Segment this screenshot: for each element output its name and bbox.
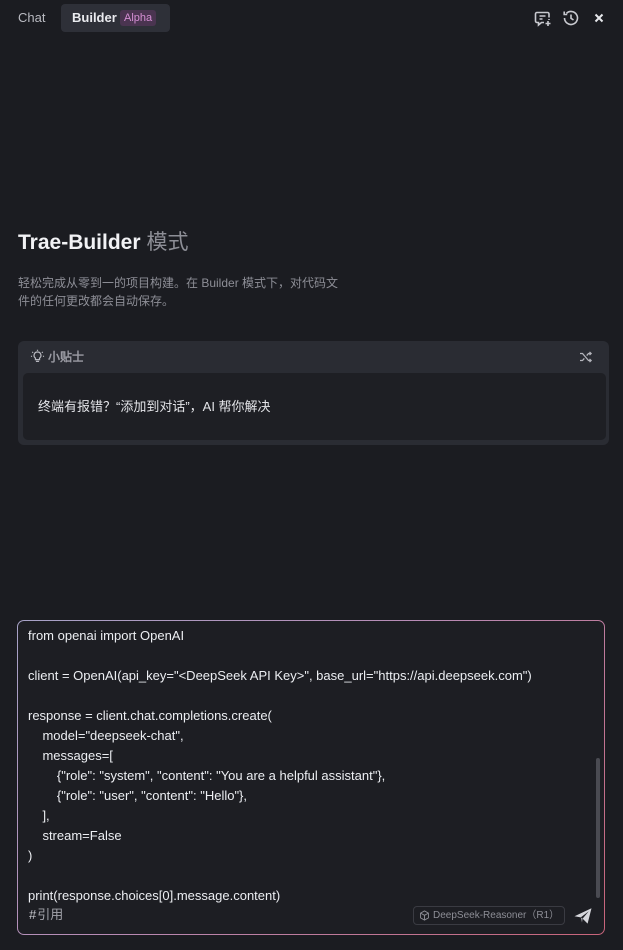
send-icon <box>574 908 592 924</box>
builder-panel: Chat Builder Alpha Trae-Builder 模式 轻松完成从… <box>0 0 623 950</box>
cube-icon <box>420 910 429 921</box>
send-button[interactable] <box>572 905 594 927</box>
title-suffix: 模式 <box>146 231 189 254</box>
tab-builder[interactable]: Builder Alpha <box>61 4 170 32</box>
tip-card: 小贴士 终端有报错？“添加到对话”，AI 帮你解决 <box>18 341 609 445</box>
tab-chat-label: Chat <box>18 10 46 25</box>
alpha-badge: Alpha <box>120 10 157 26</box>
tip-header: 小贴士 <box>18 341 609 373</box>
quote-label: 引用 <box>37 907 64 922</box>
tip-title: 小贴士 <box>48 350 85 364</box>
title-main: Trae-Builder <box>18 231 141 254</box>
close-icon[interactable] <box>589 8 609 28</box>
shuffle-icon[interactable] <box>579 350 593 364</box>
quote-button[interactable]: #引用 <box>29 907 63 923</box>
tip-body: 终端有报错？“添加到对话”，AI 帮你解决 <box>23 373 606 440</box>
tab-builder-label: Builder <box>72 10 117 25</box>
scrollbar[interactable] <box>596 758 600 898</box>
page-description: 轻松完成从零到一的项目构建。在 Builder 模式下，对代码文件的任何更改都会… <box>18 276 339 308</box>
lightbulb-icon <box>30 349 45 362</box>
top-bar: Chat Builder Alpha <box>0 0 623 36</box>
new-chat-icon[interactable] <box>533 8 553 28</box>
history-icon[interactable] <box>561 8 581 28</box>
tip-text: 终端有报错？“添加到对话”，AI 帮你解决 <box>38 399 271 414</box>
model-label: DeepSeek-Reasoner（R1） <box>433 910 560 921</box>
model-selector[interactable]: DeepSeek-Reasoner（R1） <box>413 906 565 925</box>
composer: from openai import OpenAI client = OpenA… <box>17 620 605 935</box>
tab-chat[interactable]: Chat <box>8 4 55 32</box>
page-title: Trae-Builder 模式 <box>18 229 189 257</box>
composer-inner: from openai import OpenAI client = OpenA… <box>18 621 604 934</box>
hash-icon: # <box>29 907 37 922</box>
message-input[interactable]: from openai import OpenAI client = OpenA… <box>28 626 588 906</box>
